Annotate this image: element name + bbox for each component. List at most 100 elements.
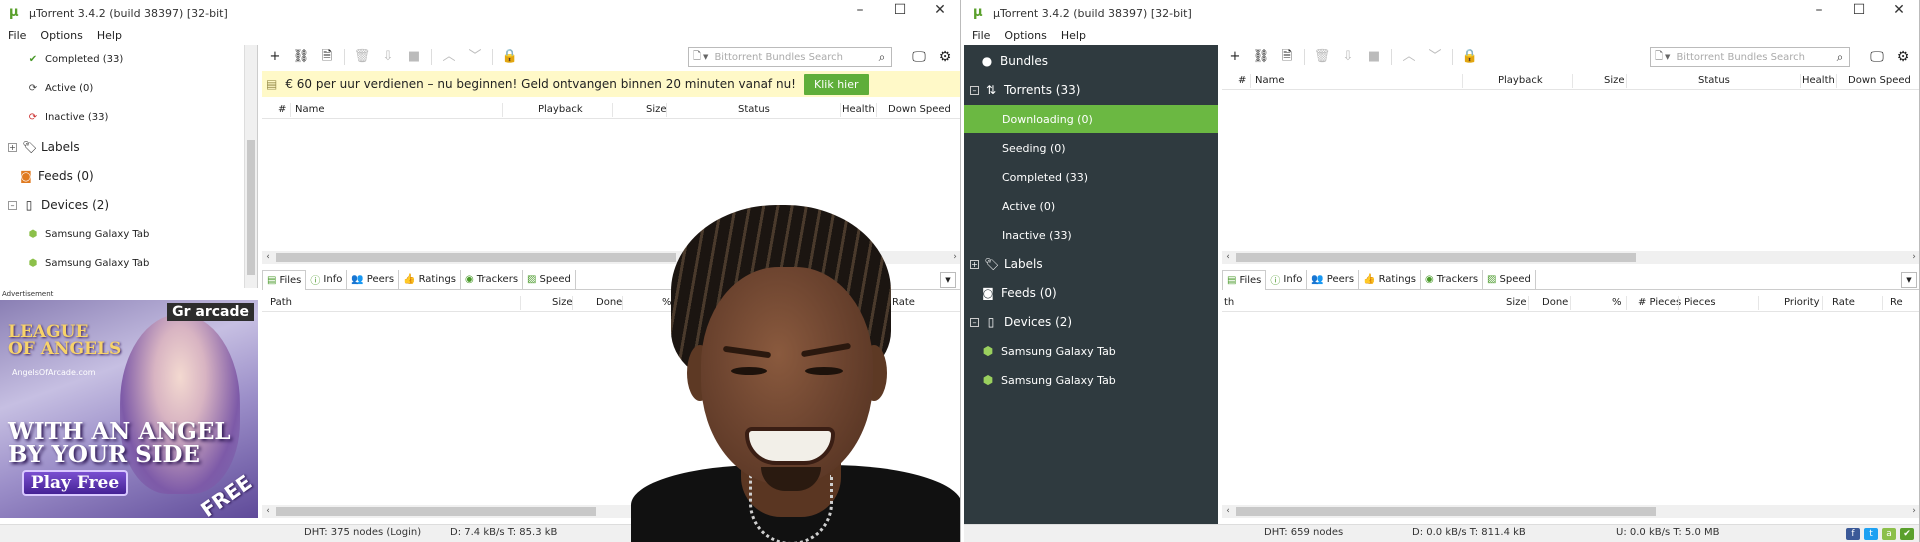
start-icon[interactable]: ⇩ — [1335, 46, 1361, 68]
tab-speed[interactable]: ▨ Speed — [1483, 269, 1536, 290]
column-header[interactable]: Re — [1890, 297, 1903, 308]
menu-help[interactable]: Help — [1061, 29, 1086, 42]
tab-speed[interactable]: ▨ Speed — [523, 269, 576, 290]
remote-icon[interactable]: 🖵 — [1864, 49, 1890, 65]
delete-icon[interactable]: 🗑 — [1309, 46, 1335, 68]
column-header[interactable]: # Pieces — [1638, 297, 1681, 308]
scrollbar-thumb[interactable] — [276, 507, 596, 516]
collapse-icon[interactable]: – — [8, 200, 17, 210]
search-input[interactable]: Bittorrent Bundles Search — [714, 52, 873, 63]
scrollbar-thumb[interactable] — [247, 140, 255, 275]
tab-info[interactable]: ⓘ Info — [1266, 269, 1308, 290]
column-header[interactable]: Down Speed — [1848, 75, 1911, 86]
column-header[interactable]: Done — [596, 297, 622, 308]
sidebar-item-device[interactable]: ⬢ Samsung Galaxy Tab — [26, 252, 150, 274]
sidebar-item-feeds[interactable]: ◙ Feeds (0) — [19, 165, 94, 187]
scroll-left-icon[interactable]: ‹ — [1222, 505, 1234, 518]
search-input[interactable]: Bittorrent Bundles Search — [1676, 52, 1831, 63]
expand-icon[interactable]: + — [8, 142, 17, 152]
move-down-icon[interactable]: ﹀ — [462, 46, 488, 68]
scroll-left-icon[interactable]: ‹ — [1222, 251, 1234, 264]
column-header[interactable]: Down Speed — [888, 104, 951, 115]
move-up-icon[interactable]: ︿ — [1396, 46, 1422, 68]
sidebar-item-device[interactable]: ⬢ Samsung Galaxy Tab — [964, 337, 1218, 365]
expand-icon[interactable]: + — [970, 259, 979, 269]
sidebar-item-labels[interactable]: + 🏷 Labels — [8, 136, 80, 158]
column-header[interactable]: Priority — [1784, 297, 1820, 308]
remote-icon[interactable]: 🖵 — [906, 49, 932, 65]
close-icon[interactable]: ✕ — [920, 0, 960, 22]
menu-file[interactable]: File — [8, 29, 26, 42]
sidebar-scrollbar[interactable] — [244, 45, 257, 288]
minimize-icon[interactable]: – — [840, 0, 880, 22]
android-icon[interactable]: a — [1882, 528, 1896, 540]
column-header[interactable]: Size — [552, 297, 573, 308]
bundles-search[interactable]: 🗋 ▼ Bittorrent Bundles Search ⌕ — [1650, 47, 1850, 67]
stop-icon[interactable]: ■ — [401, 46, 427, 68]
tabs-menu-icon[interactable]: ▼ — [1901, 272, 1917, 288]
add-link-icon[interactable]: ⛓ — [288, 46, 314, 68]
tab-ratings[interactable]: 👍 Ratings — [1359, 269, 1422, 290]
sidebar-item-completed[interactable]: Completed (33) — [964, 163, 1218, 191]
sidebar-item-devices[interactable]: – ▯ Devices (2) — [8, 194, 109, 216]
tab-trackers[interactable]: ◉ Trackers — [461, 269, 524, 290]
menu-file[interactable]: File — [972, 29, 990, 42]
tab-ratings[interactable]: 👍 Ratings — [399, 269, 462, 290]
lock-icon[interactable]: 🔒 — [497, 46, 523, 68]
move-up-icon[interactable]: ︿ — [436, 46, 462, 68]
sidebar-item-completed[interactable]: ✔ Completed (33) — [26, 48, 123, 70]
tab-files[interactable]: ▤ Files — [1222, 269, 1267, 290]
close-icon[interactable]: ✕ — [1879, 0, 1919, 22]
delete-icon[interactable]: 🗑 — [349, 46, 375, 68]
add-torrent-icon[interactable]: + — [1222, 46, 1248, 68]
sidebar-item-seeding[interactable]: Seeding (0) — [964, 134, 1218, 162]
move-down-icon[interactable]: ﹀ — [1422, 46, 1448, 68]
column-header[interactable]: Playback — [538, 104, 583, 115]
stop-icon[interactable]: ■ — [1361, 46, 1387, 68]
ad-play-button[interactable]: Play Free — [22, 470, 128, 496]
menu-help[interactable]: Help — [97, 29, 122, 42]
sidebar-item-labels[interactable]: + 🏷 Labels — [964, 250, 1218, 278]
scroll-right-icon[interactable]: › — [1908, 251, 1919, 264]
sidebar-item-active[interactable]: ⟳ Active (0) — [26, 77, 93, 99]
tab-peers[interactable]: 👥 Peers — [347, 269, 400, 290]
column-header[interactable]: # — [278, 104, 286, 115]
chevron-down-icon[interactable]: ▼ — [1665, 53, 1670, 61]
column-header[interactable]: Size — [1506, 297, 1527, 308]
column-header[interactable]: Pieces — [1684, 297, 1716, 308]
sidebar-item-torrents[interactable]: – ⇅ Torrents (33) — [964, 76, 1218, 104]
files-table-hscroll[interactable]: ‹ › — [1222, 505, 1919, 518]
scroll-left-icon[interactable]: ‹ — [262, 505, 274, 518]
column-header[interactable]: % — [1612, 297, 1622, 308]
column-header[interactable]: Path — [270, 297, 292, 308]
column-header[interactable]: th — [1224, 297, 1234, 308]
gear-icon[interactable]: ⚙ — [932, 49, 958, 65]
gear-icon[interactable]: ⚙ — [1890, 49, 1916, 65]
minimize-icon[interactable]: – — [1799, 0, 1839, 22]
search-icon[interactable]: ⌕ — [873, 50, 891, 65]
sidebar-item-inactive[interactable]: ⟳ Inactive (33) — [26, 106, 109, 128]
torrent-table-hscroll[interactable]: ‹ › — [1222, 251, 1919, 264]
start-icon[interactable]: ⇩ — [375, 46, 401, 68]
scrollbar-thumb[interactable] — [1236, 507, 1656, 516]
sidebar-item-feeds[interactable]: ◙ Feeds (0) — [964, 279, 1218, 307]
column-header[interactable]: Health — [842, 104, 875, 115]
add-torrent-icon[interactable]: + — [262, 46, 288, 68]
column-header[interactable]: Playback — [1498, 75, 1543, 86]
create-torrent-icon[interactable]: 🗎 — [314, 46, 340, 68]
tab-info[interactable]: ⓘ Info — [306, 269, 348, 290]
column-header[interactable]: Size — [1604, 75, 1625, 86]
column-header[interactable]: Status — [738, 104, 770, 115]
column-header[interactable]: Done — [1542, 297, 1568, 308]
scrollbar-thumb[interactable] — [1236, 253, 1636, 262]
lock-icon[interactable]: 🔒 — [1457, 46, 1483, 68]
collapse-icon[interactable]: – — [970, 85, 979, 95]
sidebar-item-bundles[interactable]: ● Bundles — [964, 47, 1218, 75]
bundles-search[interactable]: 🗋 ▼ Bittorrent Bundles Search ⌕ — [688, 47, 892, 67]
advertisement-banner[interactable]: Gr arcade LEAGUE OF ANGELS AngelsOfArcad… — [0, 300, 258, 518]
scroll-right-icon[interactable]: › — [1908, 505, 1919, 518]
column-header[interactable]: Health — [1802, 75, 1835, 86]
sidebar-item-inactive[interactable]: Inactive (33) — [964, 221, 1218, 249]
create-torrent-icon[interactable]: 🗎 — [1274, 46, 1300, 68]
column-header[interactable]: # — [1238, 75, 1246, 86]
